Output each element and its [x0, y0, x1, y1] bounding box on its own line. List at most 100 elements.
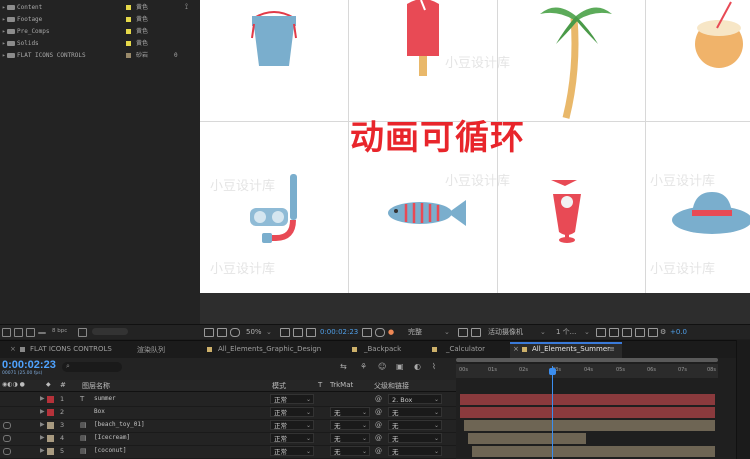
label-color-swatch[interactable]	[126, 53, 131, 58]
grow-viewer-icon[interactable]	[204, 328, 214, 337]
layer-row[interactable]: ▶ 4 ▤ [Icecream] 正常 ⌄ 无 ⌄ @ 无 ⌄	[0, 432, 456, 446]
timeline-graph-area[interactable]: 00s 01s 02s 03s 04s 05s 06s 07s 08s	[456, 358, 736, 459]
draft-3d-icon[interactable]: ⚘	[360, 362, 367, 371]
mode-dropdown[interactable]: 正常 ⌄	[270, 433, 314, 443]
expand-triangle-icon[interactable]: ▶	[40, 447, 45, 454]
new-folder-icon[interactable]	[14, 328, 23, 337]
layer-duration-bar[interactable]	[468, 433, 586, 444]
3d-view-icon[interactable]	[609, 328, 619, 337]
layer-name[interactable]: Box	[94, 408, 105, 415]
layer-name[interactable]: [beach_toy_01]	[94, 421, 145, 428]
column-mode[interactable]: 模式	[272, 381, 286, 391]
eye-icon[interactable]	[3, 448, 11, 455]
pick-whip-icon[interactable]: @	[375, 434, 382, 442]
layer-label-swatch[interactable]	[47, 435, 54, 442]
parent-dropdown[interactable]: 无 ⌄	[388, 420, 442, 430]
channel-icon[interactable]	[375, 328, 385, 337]
av-switches-icon[interactable]: ◉◐◑ ●	[2, 381, 25, 388]
chevron-down-icon[interactable]: ⌄	[540, 327, 546, 337]
tab-render-queue[interactable]: 渲染队列	[137, 345, 165, 355]
layer-duration-bar[interactable]	[464, 420, 715, 431]
safe-zones-icon[interactable]	[293, 328, 303, 337]
layout-icon[interactable]	[596, 328, 606, 337]
shy-layers-icon[interactable]: ☺	[378, 362, 386, 371]
trkmat-dropdown[interactable]: 无 ⌄	[330, 420, 370, 430]
pick-whip-icon[interactable]: @	[375, 447, 382, 455]
label-column-icon[interactable]: ◆	[46, 381, 51, 388]
tab-menu-icon[interactable]: ≡	[609, 345, 615, 353]
layer-label-swatch[interactable]	[47, 409, 54, 416]
layer-label-swatch[interactable]	[47, 448, 54, 455]
parent-dropdown[interactable]: 无 ⌄	[388, 407, 442, 417]
parent-dropdown[interactable]: 无 ⌄	[388, 446, 442, 456]
layer-row[interactable]: ▶ 3 ▤ [beach_toy_01] 正常 ⌄ 无 ⌄ @ 无 ⌄	[0, 419, 456, 433]
layer-duration-bar[interactable]	[460, 407, 715, 418]
expand-triangle-icon[interactable]: ▶	[40, 408, 45, 415]
project-search-field[interactable]	[92, 328, 128, 335]
layer-name[interactable]: [Icecream]	[94, 434, 130, 441]
mode-dropdown[interactable]: 正常 ⌄	[270, 420, 314, 430]
label-color-swatch[interactable]	[126, 5, 131, 10]
time-ruler[interactable]: 00s 01s 02s 03s 04s 05s 06s 07s 08s	[456, 364, 718, 378]
tab-flat-icons-controls[interactable]: FLAT ICONS CONTROLS	[30, 345, 112, 353]
trash-icon[interactable]	[78, 328, 87, 337]
camera-icon[interactable]	[362, 328, 372, 337]
tab-all-elements-graphic-design[interactable]: All_Elements_Graphic_Design	[218, 345, 321, 353]
trkmat-dropdown[interactable]: 无 ⌄	[330, 446, 370, 456]
pick-whip-icon[interactable]: @	[375, 395, 382, 403]
fast-preview-icon[interactable]	[622, 328, 632, 337]
camera-dropdown[interactable]: 活动摄像机	[488, 327, 523, 337]
tab-backpack[interactable]: _Backpack	[364, 345, 401, 353]
zoom-dropdown[interactable]: 50%	[246, 327, 262, 337]
expand-triangle-icon[interactable]: ▸	[2, 26, 6, 37]
layer-duration-bar[interactable]	[472, 446, 715, 457]
snapshot-toggle-icon[interactable]	[306, 328, 316, 337]
region-icon[interactable]	[217, 328, 227, 337]
expand-triangle-icon[interactable]: ▶	[40, 421, 45, 428]
tab-all-elements-summer[interactable]: All_Elements_Summer	[532, 345, 610, 353]
resolution-dropdown[interactable]: 完整	[408, 327, 422, 337]
column-parent[interactable]: 父级和链接	[374, 381, 409, 391]
parent-dropdown[interactable]: 2. Box ⌄	[388, 394, 442, 404]
tab-calculator[interactable]: _Calculator	[446, 345, 485, 353]
chevron-down-icon[interactable]: ⌄	[266, 327, 272, 337]
resolution-grid-icon[interactable]	[280, 328, 290, 337]
project-item[interactable]: ▸ Solids 黄色	[0, 38, 198, 49]
eye-icon[interactable]	[3, 435, 11, 442]
layer-name[interactable]: summer	[94, 395, 116, 402]
reset-exposure-icon[interactable]: ⚙	[660, 327, 666, 337]
composition-viewer[interactable]: 小豆设计库 小豆设计库 小豆设计库 小豆设计库 小豆设计库 小豆设计库 动画可循…	[200, 0, 750, 339]
project-item[interactable]: ▸ FLAT ICONS CONTROLS 砂岩 0	[0, 50, 198, 61]
parent-dropdown[interactable]: 无 ⌄	[388, 433, 442, 443]
project-item[interactable]: ▸ Pre_Comps 黄色	[0, 26, 198, 37]
color-wheel-icon[interactable]: ●	[388, 327, 394, 337]
chevron-down-icon[interactable]: ⌄	[444, 327, 450, 337]
mask-icon[interactable]	[230, 328, 240, 337]
composition-canvas[interactable]: 小豆设计库 小豆设计库 小豆设计库 小豆设计库 小豆设计库 小豆设计库 动画可循…	[200, 0, 750, 293]
motion-blur-icon[interactable]: ◐	[414, 362, 421, 371]
label-color-swatch[interactable]	[126, 17, 131, 22]
column-layer-name[interactable]: 图层名称	[82, 381, 110, 391]
composition-mini-flowchart-icon[interactable]: ⇆	[340, 362, 347, 371]
layer-row[interactable]: ▶ 5 ▤ [coconut] 正常 ⌄ 无 ⌄ @ 无 ⌄	[0, 445, 456, 459]
column-trkmat[interactable]: TrkMat	[330, 381, 353, 389]
roi-icon[interactable]	[458, 328, 468, 337]
project-item[interactable]: ▸ Footage 黄色	[0, 14, 198, 25]
new-composition-icon[interactable]	[26, 328, 35, 337]
frame-blending-icon[interactable]: ▣	[396, 362, 404, 371]
work-area-bar[interactable]	[456, 358, 718, 362]
eye-icon[interactable]	[3, 422, 11, 429]
layer-label-swatch[interactable]	[47, 422, 54, 429]
layer-row[interactable]: ▶ 1 T summer 正常 ⌄ @ 2. Box ⌄	[0, 393, 456, 407]
interpret-footage-icon[interactable]	[2, 328, 11, 337]
settings-slider-icon[interactable]	[38, 332, 46, 334]
exposure-value[interactable]: +0.0	[670, 327, 687, 337]
expand-triangle-icon[interactable]: ▸	[2, 14, 6, 25]
timeline-icon[interactable]	[635, 328, 645, 337]
layer-label-swatch[interactable]	[47, 396, 54, 403]
expand-triangle-icon[interactable]: ▸	[2, 2, 6, 13]
label-color-swatch[interactable]	[126, 29, 131, 34]
pick-whip-icon[interactable]: @	[375, 421, 382, 429]
trkmat-dropdown[interactable]: 无 ⌄	[330, 407, 370, 417]
expand-triangle-icon[interactable]: ▶	[40, 395, 45, 402]
